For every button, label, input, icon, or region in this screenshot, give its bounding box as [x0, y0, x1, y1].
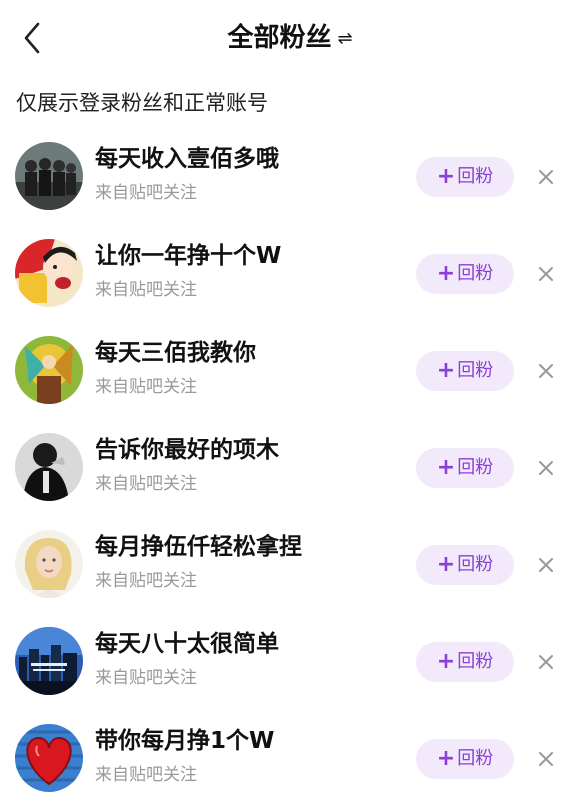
follow-back-label: 回粉	[457, 457, 494, 478]
follower-name[interactable]: 每天收入壹佰多哦	[95, 142, 279, 176]
follow-back-button[interactable]: + 回粉	[416, 254, 514, 294]
page-title-group: 全部粉丝 ⇌	[0, 20, 580, 57]
avatar[interactable]	[15, 142, 83, 210]
follower-row: 每天八十太很简单 来自贴吧关注 + 回粉	[0, 613, 580, 710]
follower-row: 每月挣伍仟轻松拿捏 来自贴吧关注 + 回粉	[0, 516, 580, 613]
close-icon[interactable]	[536, 652, 556, 672]
follower-source: 来自贴吧关注	[95, 377, 197, 397]
follower-name[interactable]: 每天三佰我教你	[95, 336, 256, 370]
follow-back-label: 回粉	[457, 651, 494, 672]
follower-name[interactable]: 带你每月挣1个W	[95, 724, 274, 758]
follower-row: 每天三佰我教你 来自贴吧关注 + 回粉	[0, 322, 580, 419]
follow-back-button[interactable]: + 回粉	[416, 448, 514, 488]
plus-icon: +	[436, 358, 456, 383]
follower-name[interactable]: 让你一年挣十个W	[95, 239, 281, 273]
top-bar: 全部粉丝 ⇌	[0, 0, 580, 76]
plus-icon: +	[436, 746, 456, 771]
follower-row: 告诉你最好的项木 来自贴吧关注 + 回粉	[0, 419, 580, 516]
close-icon[interactable]	[536, 749, 556, 769]
close-icon[interactable]	[536, 167, 556, 187]
follow-back-button[interactable]: + 回粉	[416, 545, 514, 585]
follow-back-button[interactable]: + 回粉	[416, 642, 514, 682]
follow-back-label: 回粉	[457, 748, 494, 769]
follower-source: 来自贴吧关注	[95, 183, 197, 203]
follower-source: 来自贴吧关注	[95, 571, 197, 591]
avatar[interactable]	[15, 627, 83, 695]
visibility-notice: 仅展示登录粉丝和正常账号	[16, 91, 268, 115]
follower-source: 来自贴吧关注	[95, 765, 197, 785]
avatar[interactable]	[15, 336, 83, 404]
follower-name[interactable]: 每月挣伍仟轻松拿捏	[95, 530, 302, 564]
plus-icon: +	[436, 261, 456, 286]
swap-icon[interactable]: ⇌	[337, 28, 352, 49]
close-icon[interactable]	[536, 264, 556, 284]
close-icon[interactable]	[536, 361, 556, 381]
follower-row: 带你每月挣1个W 来自贴吧关注 + 回粉	[0, 710, 580, 807]
plus-icon: +	[436, 649, 456, 674]
follower-row: 每天收入壹佰多哦 来自贴吧关注 + 回粉	[0, 128, 580, 225]
follower-list: 每天收入壹佰多哦 来自贴吧关注 + 回粉 让你一年挣十个W 来自贴吧关注 + 回粉	[0, 128, 580, 807]
page-title: 全部粉丝	[227, 23, 332, 53]
plus-icon: +	[436, 164, 456, 189]
plus-icon: +	[436, 552, 456, 577]
follower-source: 来自贴吧关注	[95, 474, 197, 494]
follower-name[interactable]: 告诉你最好的项木	[95, 433, 279, 467]
plus-icon: +	[436, 455, 456, 480]
follow-back-label: 回粉	[457, 554, 494, 575]
avatar[interactable]	[15, 530, 83, 598]
follower-source: 来自贴吧关注	[95, 668, 197, 688]
close-icon[interactable]	[536, 458, 556, 478]
avatar[interactable]	[15, 724, 83, 792]
follow-back-button[interactable]: + 回粉	[416, 157, 514, 197]
follow-back-button[interactable]: + 回粉	[416, 739, 514, 779]
follower-source: 来自贴吧关注	[95, 280, 197, 300]
follower-name[interactable]: 每天八十太很简单	[95, 627, 279, 661]
close-icon[interactable]	[536, 555, 556, 575]
follow-back-label: 回粉	[457, 360, 494, 381]
follower-row: 让你一年挣十个W 来自贴吧关注 + 回粉	[0, 225, 580, 322]
follow-back-button[interactable]: + 回粉	[416, 351, 514, 391]
follow-back-label: 回粉	[457, 166, 494, 187]
follow-back-label: 回粉	[457, 263, 494, 284]
avatar[interactable]	[15, 433, 83, 501]
avatar[interactable]	[15, 239, 83, 307]
